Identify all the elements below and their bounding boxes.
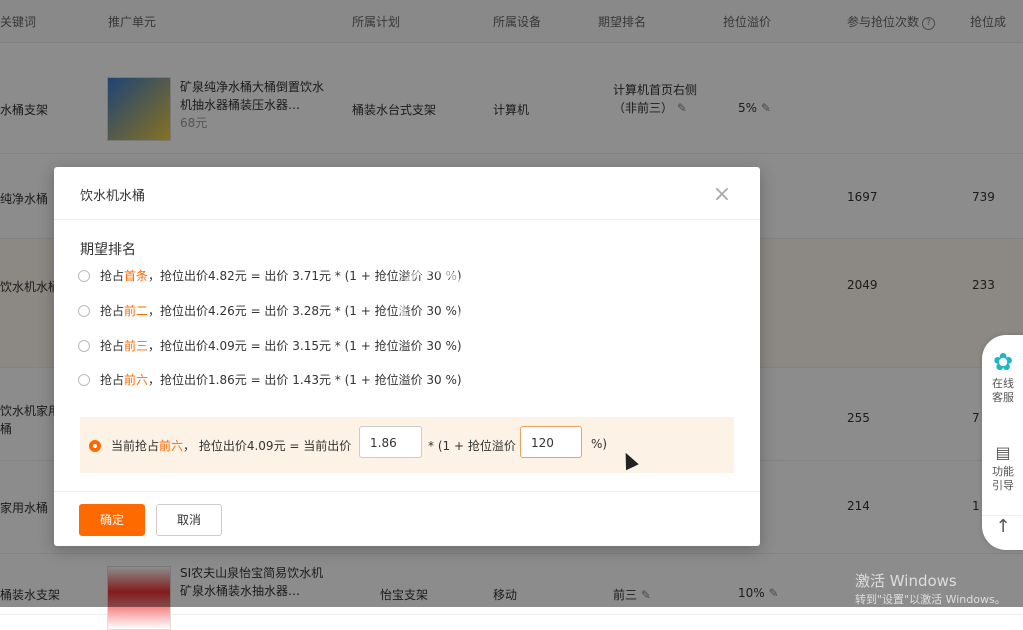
radio-button[interactable]	[78, 374, 90, 386]
multiplier-label: * (1 + 抢位溢价	[428, 439, 516, 453]
bid-input[interactable]: 1.86	[359, 426, 422, 458]
watermark-url: www.tb58.net	[488, 311, 614, 332]
modal-footer: 确定 取消	[54, 491, 760, 547]
rank-modal: 饮水机水桶 × 期望排名 抢占首条，抢位出价4.82元 = 出价 3.71元 *…	[54, 167, 760, 546]
windows-activation-title: 激活 Windows	[855, 572, 957, 590]
feature-guide-button[interactable]: ▤ 功能引导	[982, 443, 1023, 493]
cancel-button[interactable]: 取消	[156, 504, 222, 536]
back-to-top-icon[interactable]: ↑	[982, 515, 1023, 536]
radio-button[interactable]	[78, 305, 90, 317]
radio-button[interactable]	[78, 340, 90, 352]
watermark-logo-icon	[398, 266, 468, 336]
current-rank-text: 当前抢占前六， 抢位出价4.09元 = 当前出价	[89, 437, 351, 454]
radio-button[interactable]	[78, 270, 90, 282]
percent-label: %)	[591, 437, 608, 451]
radio-button-selected[interactable]	[89, 440, 101, 452]
rank-option[interactable]: 抢占前六，抢位出价1.86元 = 出价 1.43元 * (1 + 抢位溢价 30…	[78, 370, 462, 390]
section-label: 期望排名	[80, 242, 136, 258]
service-float-bar: ✿ 在线客服 ▤ 功能引导 ↑	[982, 335, 1023, 550]
guide-icon: ▤	[995, 443, 1011, 462]
windows-activation-hint: 转到"设置"以激活 Windows。	[855, 593, 1006, 606]
online-service-button[interactable]: ✿ 在线客服	[982, 349, 1023, 405]
service-icon: ✿	[992, 348, 1014, 376]
confirm-button[interactable]: 确定	[79, 504, 145, 536]
rank-option[interactable]: 抢占前三，抢位出价4.09元 = 出价 3.15元 * (1 + 抢位溢价 30…	[78, 336, 462, 356]
modal-title: 饮水机水桶	[80, 189, 146, 204]
watermark-title: TB58卖家网	[486, 274, 620, 302]
premium-input[interactable]: 120	[520, 426, 582, 458]
modal-header: 饮水机水桶 ×	[54, 167, 760, 220]
close-icon[interactable]: ×	[710, 183, 734, 207]
